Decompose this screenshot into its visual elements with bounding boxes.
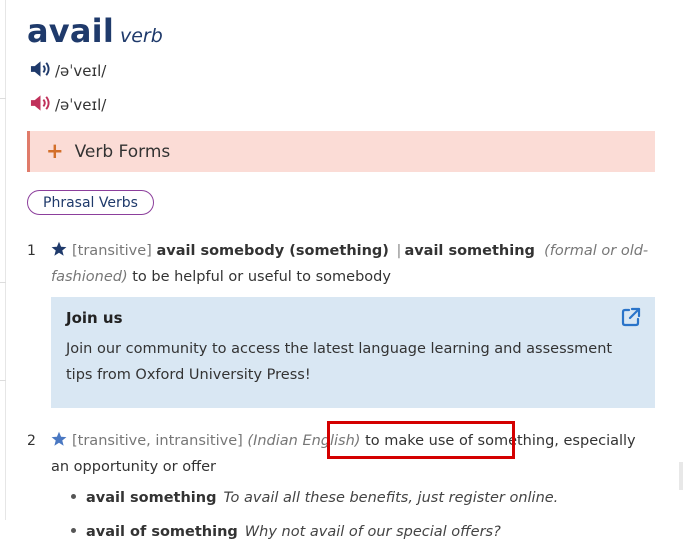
headword: avail: [27, 12, 114, 50]
example-sentence: Why not avail of our special offers?: [244, 524, 501, 540]
speaker-icon[interactable]: [30, 93, 55, 117]
verb-forms-label: Verb Forms: [74, 141, 171, 162]
join-us-box: Join us Join our community to access the…: [51, 297, 655, 408]
bullet: [71, 494, 76, 499]
external-link-icon[interactable]: [621, 307, 641, 327]
grammar-label: [transitive]: [72, 243, 152, 259]
collocation: avail of something: [86, 524, 238, 540]
left-divider: [0, 282, 6, 283]
separator: |: [396, 243, 402, 259]
verb-forms-toggle[interactable]: + Verb Forms: [27, 131, 655, 172]
plus-icon: +: [46, 139, 64, 163]
sense-number: 2: [27, 433, 36, 449]
entry-header: avail verb: [27, 12, 163, 50]
collocation: avail somebody (something): [156, 243, 389, 259]
example-item: avail of something Why not avail of our s…: [71, 524, 501, 540]
collocation: avail something: [404, 243, 535, 259]
pronunciation-us: /əˈveɪl/: [30, 93, 106, 117]
speaker-icon[interactable]: [30, 59, 55, 83]
join-us-text: Join our community to access the latest …: [66, 341, 613, 383]
collocation: avail something: [86, 490, 217, 506]
sense-number: 1: [27, 243, 36, 259]
pronunciation-uk: /əˈveɪl/: [30, 59, 106, 83]
bullet: [71, 528, 76, 533]
star-icon: [51, 431, 67, 446]
sense-1: 1 [transitive] avail somebody (something…: [27, 238, 655, 290]
left-divider: [0, 98, 6, 99]
grammar-label: [transitive, intransitive]: [72, 433, 243, 449]
example-sentence: To avail all these benefits, just regist…: [223, 490, 559, 506]
star-icon: [51, 241, 67, 256]
highlight-box: [327, 421, 515, 459]
ipa-text: /əˈveɪl/: [55, 96, 107, 114]
ipa-text: /əˈveɪl/: [55, 62, 107, 80]
part-of-speech: verb: [119, 25, 163, 47]
left-panel-edge: [0, 0, 6, 520]
left-divider: [0, 380, 6, 381]
phrasal-verbs-button[interactable]: Phrasal Verbs: [27, 190, 154, 215]
join-us-title: Join us: [66, 309, 123, 327]
definition: to be helpful or useful to somebody: [132, 269, 391, 285]
scrollbar-thumb[interactable]: [679, 462, 683, 490]
example-item: avail something To avail all these benefi…: [71, 490, 558, 506]
